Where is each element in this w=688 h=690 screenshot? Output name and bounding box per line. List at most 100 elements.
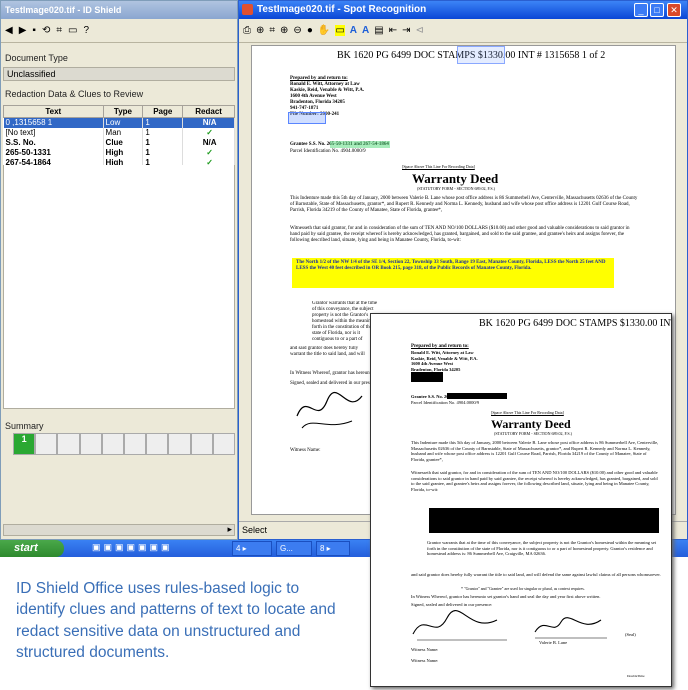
doc-footer: DoubleTime <box>627 674 645 678</box>
doc-subheading: (STATUTORY FORM - SECTION 689.02, F.S.) <box>494 431 572 436</box>
doc-type-field[interactable]: Unclassified <box>3 67 235 81</box>
doc-para3: Grantor warrants that at the time of thi… <box>427 540 657 556</box>
prev-icon[interactable]: ◀ <box>5 25 13 36</box>
table-header: Text Type Page Redact <box>3 105 235 118</box>
summary-grid: 1 <box>13 433 236 455</box>
col-header[interactable]: Type <box>102 105 144 118</box>
toolbar: ⎙ ⊕ ⌗ ⊕ ⊖ ● ✋ ▭ A A ▤ ⇤ ⇥ ⊲ <box>239 19 687 43</box>
doc-witness: In Witness Whereof, grantor has hereunto… <box>411 594 601 599</box>
summary-cell[interactable] <box>146 433 169 455</box>
start-button[interactable]: start <box>0 540 64 557</box>
summary-cell[interactable]: 1 <box>13 433 36 455</box>
doc-legal: The North 1/2 of the NW 1/4 of the SE 1/… <box>296 260 606 271</box>
print-icon[interactable]: ⎙ <box>243 25 251 36</box>
task-button[interactable]: G... <box>276 541 312 556</box>
next-icon[interactable]: ▶ <box>19 25 27 36</box>
id-shield-window: TestImage020.tif - ID Shield ◀ ▶ ▪ ⟲ ⌗ ▭… <box>0 0 238 540</box>
zoom-out-icon[interactable]: ⊖ <box>293 25 301 36</box>
task-button[interactable]: 4 ▸ <box>232 541 272 556</box>
doc-heading: Warranty Deed <box>412 171 499 186</box>
redaction-box-low[interactable] <box>457 46 505 64</box>
redacted-document-preview: BK 1620 PG 6499 DOC STAMPS $1330.00 INT … <box>370 313 672 687</box>
last-page-icon[interactable]: ⇥ <box>402 25 410 36</box>
redaction-label: Redaction Data & Clues to Review <box>5 89 144 99</box>
cell-page: 1 <box>142 138 184 148</box>
maximize-icon[interactable]: □ <box>650 3 664 17</box>
cell-redact[interactable]: N/A <box>182 138 235 148</box>
window-icon[interactable]: ▭ <box>68 25 77 36</box>
doc-subheading: (STATUTORY FORM - SECTION 689.02, F.S.) <box>417 186 495 191</box>
summary-cell[interactable] <box>35 433 58 455</box>
col-header[interactable]: Text <box>3 105 104 118</box>
table-row[interactable]: [No text] Man 1 ✓ <box>3 128 235 138</box>
close-icon[interactable]: ✕ <box>667 3 681 17</box>
doc-stamp: BK 1620 PG 6499 DOC STAMPS $1330.00 INT … <box>479 318 671 329</box>
summary-cell[interactable] <box>101 433 125 455</box>
summary-cell[interactable] <box>190 433 213 455</box>
doc-para2: Witnesseth that said grantor, for and in… <box>290 226 630 243</box>
redaction-block <box>447 393 507 399</box>
summary-label: Summary <box>5 421 44 431</box>
first-page-icon[interactable]: ⇤ <box>389 25 397 36</box>
doc-seal: (Seal) <box>625 632 636 637</box>
summary-cell[interactable] <box>212 433 236 455</box>
doc-para4: and said grantor does hereby fully warra… <box>411 572 661 577</box>
zoom-in-icon[interactable]: ⊕ <box>280 25 288 36</box>
doc-type-label: Document Type <box>5 53 68 63</box>
help-icon[interactable]: ? <box>83 25 89 36</box>
refresh-icon[interactable]: ⟲ <box>42 25 50 36</box>
cell-redact[interactable]: N/A <box>182 117 235 128</box>
checkmark-icon[interactable]: ✓ <box>182 148 235 158</box>
redaction-block <box>429 508 659 533</box>
quicklaunch-icons[interactable]: ▣▣▣▣▣▣▣ <box>92 542 173 553</box>
summary-cell[interactable] <box>57 433 80 455</box>
redaction-block <box>411 372 443 382</box>
doc-parcel: Parcel Identification No. 4904.0000/9 <box>411 400 480 405</box>
checkmark-icon[interactable]: ✓ <box>182 128 235 138</box>
caption-text: ID Shield Office uses rules-based logic … <box>16 580 336 661</box>
doc-space-above: [Space Above This Line For Recording Dat… <box>491 410 564 415</box>
redaction-box-high[interactable] <box>330 141 390 148</box>
text-icon[interactable]: A <box>350 25 357 36</box>
doc-witness-name: Witness Name: <box>411 658 439 663</box>
col-header[interactable]: Page <box>142 105 184 118</box>
cell-text: 0 ,1315658 1 <box>3 117 104 128</box>
highlight-icon[interactable]: ▭ <box>335 25 345 36</box>
col-header[interactable]: Redact <box>182 105 235 118</box>
toolbar: ◀ ▶ ▪ ⟲ ⌗ ▭ ? <box>1 19 237 43</box>
grantor-signature-image <box>534 617 607 639</box>
zoom-fit-icon[interactable]: ⌗ <box>269 25 275 36</box>
zoom-icon[interactable]: ⊕ <box>256 25 264 36</box>
minimize-icon[interactable]: _ <box>634 3 648 17</box>
select-icon[interactable]: ● <box>307 25 313 36</box>
cell-type: Low <box>103 117 144 128</box>
cell-page: 1 <box>142 117 184 128</box>
doc-prepared: Prepared by and return to: <box>411 344 469 349</box>
redaction-box-manual[interactable] <box>288 112 326 124</box>
grid-icon[interactable]: ⌗ <box>56 25 62 36</box>
text-select-icon[interactable]: A <box>362 25 369 36</box>
doc-para4: and said grantor does hereby fully warra… <box>290 346 365 357</box>
scroll-right-icon[interactable]: ▸ <box>227 524 232 535</box>
summary-cell[interactable] <box>124 433 147 455</box>
doc-heading: Warranty Deed <box>491 417 571 431</box>
summary-cell[interactable] <box>168 433 191 455</box>
doc-note: * "Grantor" and "Grantee" are used for s… <box>461 586 585 591</box>
doc-para2: Witnesseth that said grantor, for and in… <box>411 470 658 492</box>
summary-cell[interactable] <box>79 433 102 455</box>
table-row[interactable]: 265-50-1331 High 1 ✓ <box>3 148 235 158</box>
cell-page: 1 <box>142 148 184 158</box>
cell-text: 265-50-1331 <box>3 148 104 158</box>
redaction-table: Text Type Page Redact 0 ,1315658 1 Low 1… <box>3 105 235 168</box>
page-icon[interactable]: ▤ <box>374 25 383 36</box>
table-row[interactable]: 0 ,1315658 1 Low 1 N/A <box>3 117 235 128</box>
prev-page-icon[interactable]: ⊲ <box>415 25 423 36</box>
horizontal-scrollbar[interactable]: ▸ <box>3 524 235 536</box>
task-button[interactable]: 8 ▸ <box>316 541 350 556</box>
save-icon[interactable]: ▪ <box>32 25 36 36</box>
signature-image <box>296 392 363 429</box>
table-row[interactable]: S.S. No. Clue 1 N/A <box>3 138 235 148</box>
table-body-area <box>3 165 235 409</box>
pan-icon[interactable]: ✋ <box>318 25 330 36</box>
cell-text: S.S. No. <box>3 138 104 148</box>
